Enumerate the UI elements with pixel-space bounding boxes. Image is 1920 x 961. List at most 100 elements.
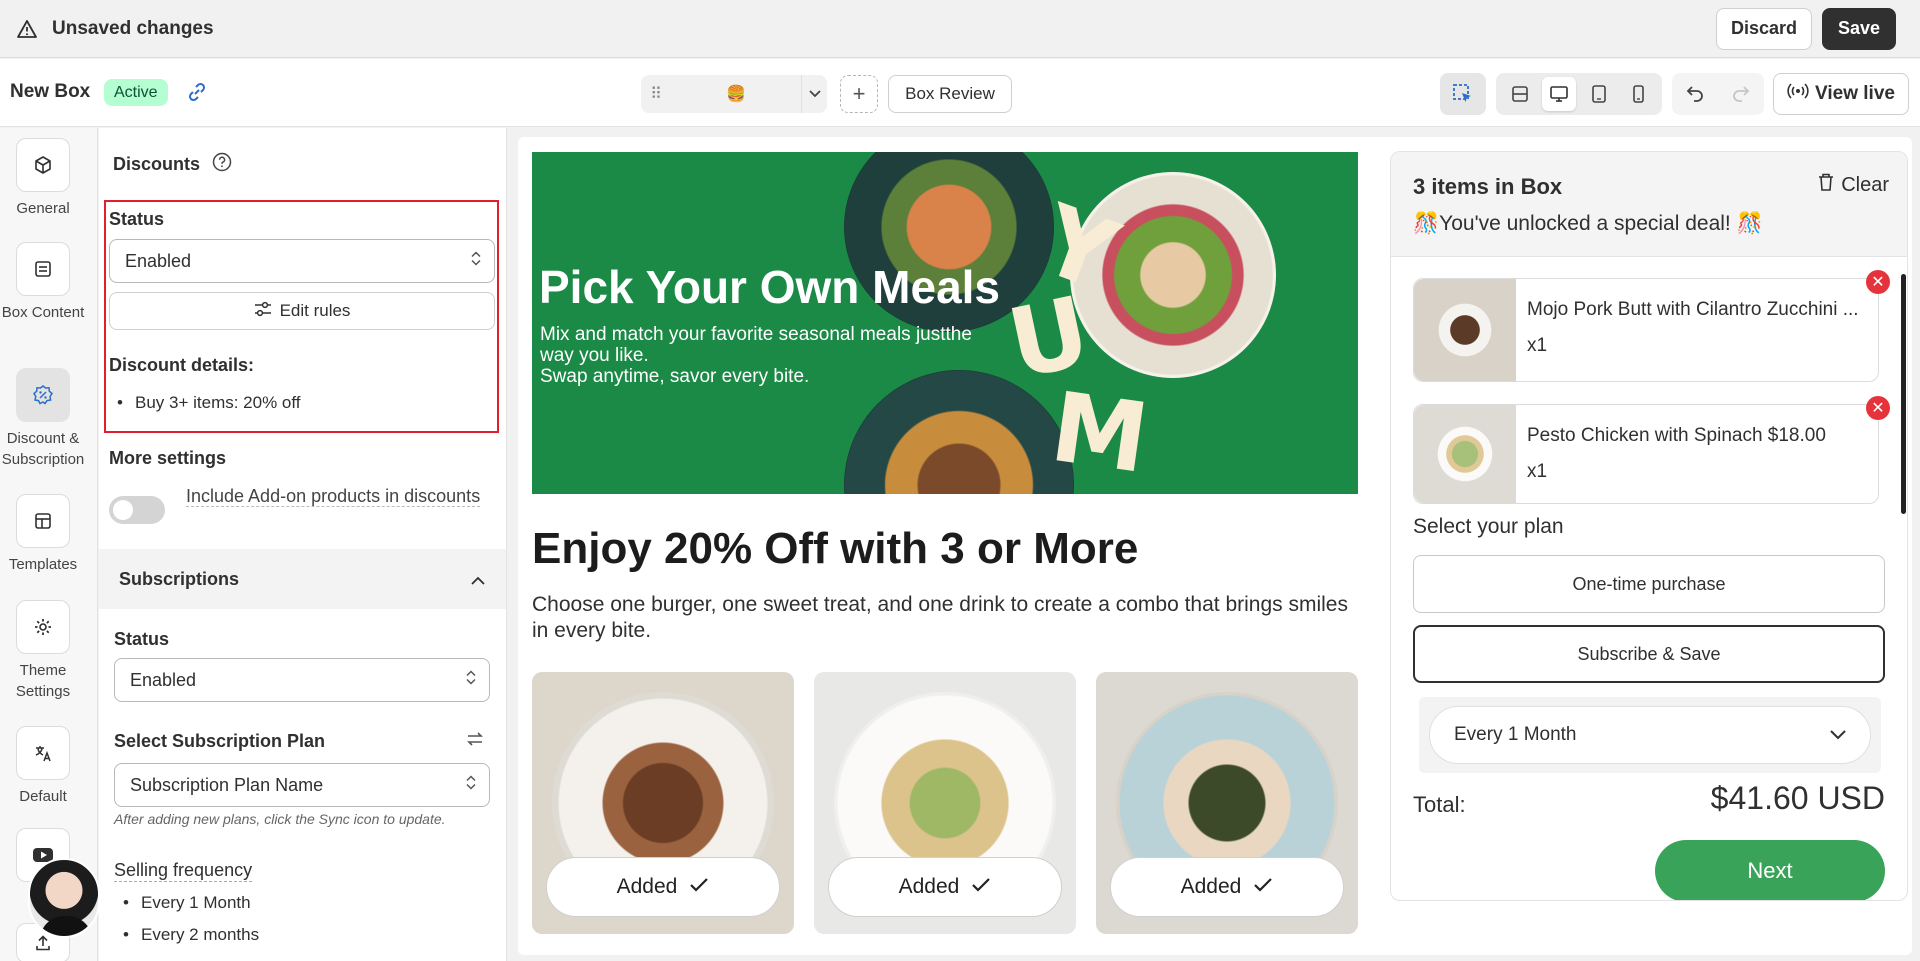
unsaved-changes-bar: Unsaved changes Discard Save — [0, 0, 1920, 58]
discount-details-label: Discount details: — [109, 355, 255, 375]
discount-status-select[interactable]: Enabled — [109, 239, 495, 283]
page-emoji: 🍔 — [726, 86, 746, 103]
undo-icon[interactable] — [1685, 82, 1705, 107]
add-page-button[interactable]: + — [840, 75, 878, 113]
cart-item-thumbnail — [1414, 279, 1516, 381]
select-arrows-icon — [465, 669, 477, 692]
rail-item-theme-settings[interactable]: Theme Settings — [0, 600, 86, 702]
rail-label: Templates — [8, 556, 78, 573]
frequency-select[interactable]: Every 1 Month — [1429, 706, 1871, 764]
subscriptions-section-header[interactable]: Subscriptions — [99, 549, 506, 609]
discounts-heading: Discounts — [113, 152, 232, 177]
frequency-value: Every 1 Month — [1454, 724, 1577, 745]
cart-item-name: Mojo Pork Butt with Cilantro Zucchini ..… — [1527, 299, 1859, 320]
product-card[interactable]: Added — [814, 672, 1076, 934]
save-button[interactable]: Save — [1822, 7, 1896, 50]
hero-subtitle-line: way you like. — [540, 345, 649, 366]
subscription-plan-select[interactable]: Subscription Plan Name — [114, 763, 490, 807]
special-deal-message: 🎊You've unlocked a special deal! 🎊 — [1413, 212, 1763, 235]
page-selector[interactable]: ⠿ 🍔 — [641, 75, 827, 113]
chevron-down-icon[interactable] — [801, 75, 827, 113]
frequency-item: Every 1 Month — [141, 893, 251, 912]
panel-title: Discounts — [113, 154, 201, 174]
status-value: Enabled — [125, 250, 192, 271]
tablet-icon[interactable] — [1582, 77, 1616, 111]
sliders-icon — [254, 301, 272, 322]
select-element-icon[interactable] — [1440, 73, 1486, 115]
rail-label: Discount & Subscription — [1, 430, 85, 468]
link-icon[interactable] — [186, 81, 208, 103]
rail-label: Default — [19, 788, 67, 805]
drag-handle-icon[interactable]: ⠿ — [641, 84, 671, 104]
selling-frequency-label: Selling frequency — [114, 860, 253, 882]
full-width-icon[interactable] — [1503, 77, 1537, 111]
cart-scrollbar[interactable] — [1901, 274, 1906, 514]
status-badge: Active — [104, 79, 168, 106]
addon-toggle-text: Include Add-on products in discounts — [186, 486, 481, 507]
remove-item-icon[interactable]: ✕ — [1866, 270, 1890, 294]
box-cart: 3 items in Box Clear 🎊You've unlocked a … — [1390, 151, 1908, 901]
mobile-icon[interactable] — [1621, 77, 1655, 111]
hero-banner: Y U M Pick Your Own Meals Mix and match … — [532, 152, 1358, 494]
next-button[interactable]: Next — [1655, 840, 1885, 900]
added-label: Added — [1180, 875, 1242, 898]
hero-subtitle-line: Mix and match your favorite seasonal mea… — [540, 324, 972, 345]
desktop-icon[interactable] — [1542, 77, 1577, 111]
support-avatar[interactable] — [28, 858, 100, 938]
cube-icon — [16, 138, 70, 192]
hero-title: Pick Your Own Meals — [539, 261, 1001, 313]
one-time-purchase-option[interactable]: One-time purchase — [1413, 555, 1885, 613]
subscriptions-heading: Subscriptions — [119, 568, 240, 589]
added-button[interactable]: Added — [1110, 857, 1344, 917]
chevron-up-icon — [471, 569, 485, 590]
plan-value: Subscription Plan Name — [130, 774, 324, 795]
rail-item-general[interactable]: General — [0, 138, 86, 219]
frequency-wrapper: Every 1 Month — [1419, 697, 1881, 773]
subscription-status-select[interactable]: Enabled — [114, 658, 490, 702]
added-label: Added — [616, 875, 678, 898]
discount-icon — [16, 368, 70, 422]
subscribe-save-option[interactable]: Subscribe & Save — [1413, 625, 1885, 683]
cart-item-thumbnail — [1414, 405, 1516, 503]
cart-item-qty: x1 — [1527, 335, 1548, 356]
subs-status-label: Status — [114, 629, 170, 649]
cart-item: Pesto Chicken with Spinach $18.00 x1 — [1413, 404, 1879, 504]
edit-rules-button[interactable]: Edit rules — [109, 292, 495, 330]
discard-button[interactable]: Discard — [1716, 7, 1812, 50]
rail-item-box-content[interactable]: Box Content — [0, 242, 86, 323]
redo-icon[interactable] — [1731, 82, 1751, 107]
view-live-button[interactable]: View live — [1773, 73, 1909, 115]
clear-label: Clear — [1841, 173, 1889, 196]
bullet-dot: • — [117, 393, 123, 412]
unsaved-changes-title: Unsaved changes — [52, 17, 214, 39]
addon-toggle[interactable] — [109, 496, 165, 524]
added-label: Added — [898, 875, 960, 898]
box-review-button[interactable]: Box Review — [888, 75, 1012, 113]
plan-sync-hint: After adding new plans, click the Sync i… — [114, 811, 446, 827]
clear-button[interactable]: Clear — [1817, 172, 1889, 198]
rail-item-templates[interactable]: Templates — [0, 494, 86, 575]
status-label: Status — [109, 209, 165, 229]
box-name: New Box — [10, 81, 91, 102]
check-icon — [689, 875, 709, 899]
history-group — [1672, 73, 1764, 115]
added-button[interactable]: Added — [546, 857, 780, 917]
settings-panel: Discounts Status Enabled Edit rules Disc… — [99, 128, 507, 961]
total-value: $41.60 USD — [1710, 780, 1885, 816]
rail-item-default[interactable]: Default — [0, 726, 86, 807]
offer-description: Choose one burger, one sweet treat, and … — [532, 593, 1348, 642]
help-icon[interactable] — [212, 152, 232, 177]
cart-count: 3 items in Box — [1413, 174, 1563, 199]
sync-icon[interactable] — [464, 728, 486, 755]
translate-icon — [16, 726, 70, 780]
product-card[interactable]: Added — [1096, 672, 1358, 934]
product-card[interactable]: Added — [532, 672, 794, 934]
rail-item-discount-subscription[interactable]: Discount & Subscription — [0, 368, 86, 470]
select-arrows-icon — [470, 250, 482, 273]
rail-label: General — [16, 200, 70, 217]
frequency-item: Every 2 months — [141, 925, 260, 944]
remove-item-icon[interactable]: ✕ — [1866, 396, 1890, 420]
cart-item: Mojo Pork Butt with Cilantro Zucchini ..… — [1413, 278, 1879, 382]
added-button[interactable]: Added — [828, 857, 1062, 917]
hero-subtitle-line: Swap anytime, savor every bite. — [540, 366, 810, 387]
